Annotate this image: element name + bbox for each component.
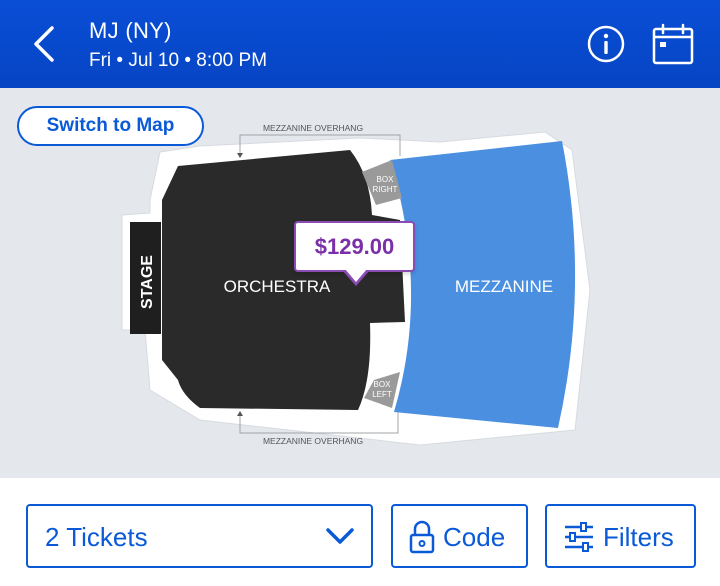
box-right-label-2: RIGHT	[373, 185, 398, 194]
mezzanine-label: MEZZANINE	[455, 277, 553, 296]
price-tooltip-pointer-fill	[345, 269, 367, 282]
event-title: MJ (NY)	[89, 18, 172, 43]
stage-label: STAGE	[139, 255, 156, 309]
code-button[interactable]: Code	[391, 504, 528, 568]
box-left-label-1: BOX	[374, 380, 392, 389]
lock-icon	[409, 520, 435, 554]
app-header: MJ (NY) Fri • Jul 10 • 8:00 PM	[0, 0, 720, 88]
filters-button[interactable]: Filters	[545, 504, 696, 568]
event-datetime: Fri • Jul 10 • 8:00 PM	[89, 50, 268, 71]
info-button[interactable]	[586, 24, 626, 64]
overhang-bottom-label: MEZZANINE OVERHANG	[263, 436, 363, 446]
filters-button-label: Filters	[603, 522, 674, 552]
back-chevron-icon	[34, 26, 54, 62]
box-left-label-2: LEFT	[372, 390, 392, 399]
ticket-quantity-select[interactable]: 2 Tickets	[26, 504, 373, 568]
switch-to-map-button[interactable]: Switch to Map	[17, 106, 204, 146]
chevron-down-icon	[326, 528, 354, 544]
ticket-quantity-value: 2 Tickets	[45, 522, 148, 552]
overhang-top-label: MEZZANINE OVERHANG	[263, 123, 363, 133]
code-button-label: Code	[443, 522, 506, 552]
info-icon	[587, 25, 625, 63]
orchestra-label: ORCHESTRA	[224, 277, 331, 296]
back-button[interactable]	[26, 22, 66, 66]
box-right-label-1: BOX	[377, 175, 395, 184]
price-tooltip[interactable]: $129.00	[294, 221, 415, 272]
filters-sliders-icon	[565, 522, 593, 552]
calendar-icon	[652, 23, 694, 65]
calendar-button[interactable]	[651, 22, 695, 66]
